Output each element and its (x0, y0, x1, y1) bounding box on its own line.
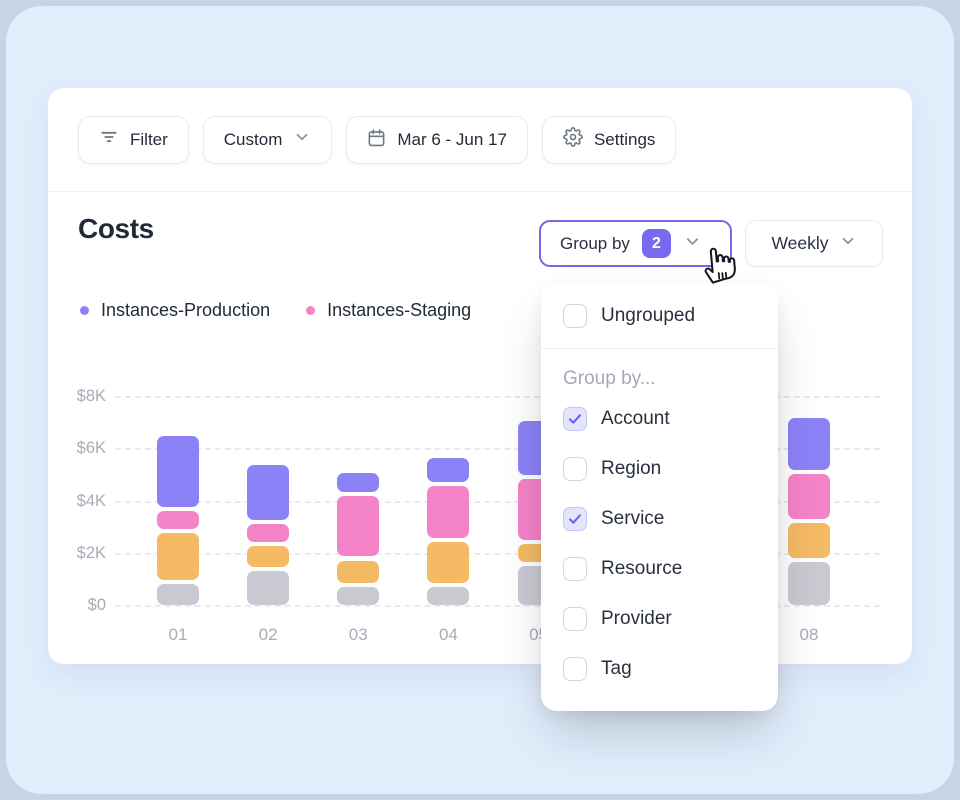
interval-dropdown-button[interactable]: Weekly (745, 220, 883, 267)
bar-segment (788, 474, 830, 518)
bar-segment (788, 418, 830, 470)
y-axis-label: $4K (58, 491, 106, 511)
dropdown-option-account[interactable]: Account (541, 394, 778, 444)
y-axis-label: $0 (58, 595, 106, 615)
dropdown-option-ungrouped[interactable]: Ungrouped (541, 292, 778, 339)
date-range-button[interactable]: Mar 6 - Jun 17 (346, 116, 528, 164)
legend-label: Instances-Production (101, 300, 270, 321)
chevron-down-icon (839, 232, 857, 255)
dropdown-options-list: Account Region Service Resource Provider Tag (541, 394, 778, 694)
legend-dot-icon (306, 306, 315, 315)
group-by-count-badge: 2 (642, 229, 671, 258)
bar-segment (427, 542, 469, 582)
group-by-dropdown-menu: Ungrouped Group by... Account Region Servi… (541, 283, 778, 711)
bar-segment (788, 523, 830, 558)
page-title: Costs (78, 213, 154, 245)
group-by-label: Group by (560, 234, 630, 254)
bar-segment (427, 587, 469, 605)
dropdown-option-label: Provider (601, 608, 672, 630)
bar-segment (247, 524, 289, 542)
bar-segment (788, 562, 830, 605)
bar-segment (337, 496, 379, 556)
bar-segment (157, 584, 199, 605)
gear-icon (563, 127, 583, 152)
legend-item[interactable]: Instances-Production (80, 300, 270, 321)
bar-segment (337, 587, 379, 605)
y-axis-label: $2K (58, 543, 106, 563)
stage: Filter Custom Mar 6 - Jun 17 Settings (0, 0, 960, 800)
dropdown-option-label: Account (601, 408, 670, 430)
checkbox[interactable] (563, 304, 587, 328)
check-icon (567, 511, 583, 527)
dropdown-option-label: Tag (601, 658, 632, 680)
bar-segment (157, 436, 199, 507)
custom-dropdown-label: Custom (224, 130, 283, 150)
filter-button[interactable]: Filter (78, 116, 189, 164)
date-range-label: Mar 6 - Jun 17 (397, 130, 507, 150)
dropdown-option-service[interactable]: Service (541, 494, 778, 544)
x-axis-label: 03 (328, 625, 388, 645)
bar-segment (157, 533, 199, 580)
filter-lines-icon (99, 127, 119, 152)
custom-dropdown-button[interactable]: Custom (203, 116, 333, 164)
chart-legend: Instances-Production Instances-Staging (80, 300, 471, 321)
bar-segment (157, 511, 199, 529)
checkbox[interactable] (563, 507, 587, 531)
bar-segment (247, 571, 289, 605)
y-axis-label: $8K (58, 386, 106, 406)
y-axis-label: $6K (58, 438, 106, 458)
check-icon (567, 411, 583, 427)
cursor-pointer-hand-icon (698, 242, 738, 291)
dropdown-option-tag[interactable]: Tag (541, 644, 778, 694)
dropdown-option-label: Resource (601, 558, 682, 580)
legend-item[interactable]: Instances-Staging (306, 300, 471, 321)
bar-segment (337, 473, 379, 493)
x-axis-label: 01 (148, 625, 208, 645)
x-axis-label: 02 (238, 625, 298, 645)
interval-label: Weekly (771, 233, 828, 254)
bar-segment (427, 458, 469, 482)
bar-segment (427, 486, 469, 538)
bar-segment (247, 546, 289, 567)
checkbox[interactable] (563, 557, 587, 581)
chevron-down-icon (293, 128, 311, 151)
legend-dot-icon (80, 306, 89, 315)
settings-button[interactable]: Settings (542, 116, 676, 164)
dropdown-option-resource[interactable]: Resource (541, 544, 778, 594)
calendar-icon (367, 128, 386, 152)
dropdown-section-label: Group by... (541, 349, 778, 394)
filter-button-label: Filter (130, 130, 168, 150)
dropdown-option-region[interactable]: Region (541, 444, 778, 494)
costs-dashboard-card: Filter Custom Mar 6 - Jun 17 Settings (48, 88, 912, 664)
checkbox[interactable] (563, 607, 587, 631)
checkbox[interactable] (563, 457, 587, 481)
toolbar: Filter Custom Mar 6 - Jun 17 Settings (48, 88, 912, 192)
dropdown-option-label: Ungrouped (601, 305, 695, 327)
dropdown-option-label: Region (601, 458, 661, 480)
bar-segment (337, 561, 379, 583)
checkbox[interactable] (563, 407, 587, 431)
x-axis-label: 08 (779, 625, 839, 645)
x-axis-label: 04 (418, 625, 478, 645)
bar-segment (247, 465, 289, 520)
settings-button-label: Settings (594, 130, 655, 150)
legend-label: Instances-Staging (327, 300, 471, 321)
dropdown-option-provider[interactable]: Provider (541, 594, 778, 644)
dropdown-option-label: Service (601, 508, 664, 530)
checkbox[interactable] (563, 657, 587, 681)
